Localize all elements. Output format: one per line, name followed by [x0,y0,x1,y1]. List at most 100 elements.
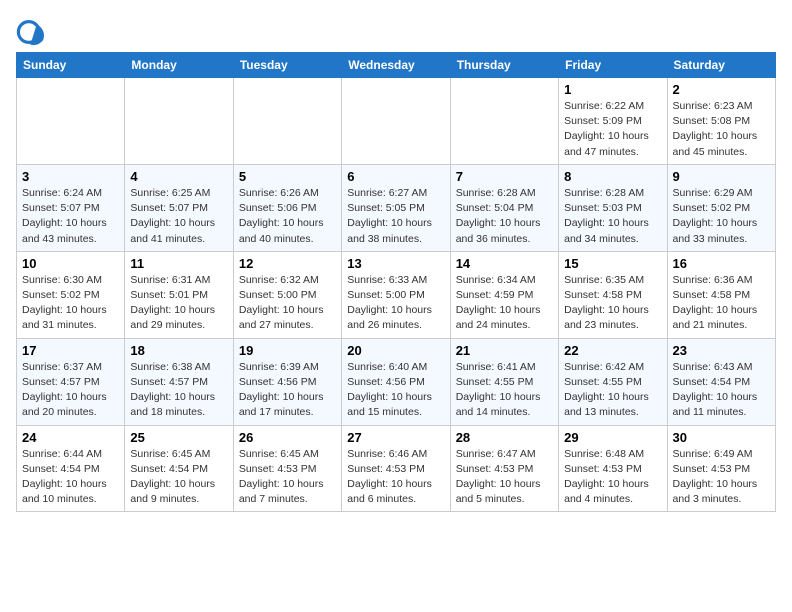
day-number: 26 [239,430,336,445]
calendar-cell: 7 Sunrise: 6:28 AM Sunset: 5:04 PM Daylig… [450,164,558,251]
weekday-header-thursday: Thursday [450,53,558,78]
day-number: 14 [456,256,553,271]
day-info: Sunrise: 6:43 AM Sunset: 4:54 PM Dayligh… [673,360,770,421]
day-info: Sunrise: 6:45 AM Sunset: 4:53 PM Dayligh… [239,447,336,508]
day-info: Sunrise: 6:38 AM Sunset: 4:57 PM Dayligh… [130,360,227,421]
calendar-cell: 1Sunrise: 6:22 AM Sunset: 5:09 PM Daylig… [559,78,667,165]
day-number: 2 [673,82,770,97]
calendar-cell: 3 Sunrise: 6:24 AM Sunset: 5:07 PM Daylig… [17,164,125,251]
day-info: Sunrise: 6:42 AM Sunset: 4:55 PM Dayligh… [564,360,661,421]
calendar-cell [17,78,125,165]
logo-icon [16,16,48,48]
calendar-cell: 8 Sunrise: 6:28 AM Sunset: 5:03 PM Daylig… [559,164,667,251]
day-number: 7 [456,169,553,184]
day-info: Sunrise: 6:28 AM Sunset: 5:04 PM Dayligh… [456,186,553,247]
calendar-cell: 28 Sunrise: 6:47 AM Sunset: 4:53 PM Dayli… [450,425,558,512]
day-info: Sunrise: 6:47 AM Sunset: 4:53 PM Dayligh… [456,447,553,508]
calendar-cell: 12 Sunrise: 6:32 AM Sunset: 5:00 PM Dayli… [233,251,341,338]
calendar-cell: 5 Sunrise: 6:26 AM Sunset: 5:06 PM Daylig… [233,164,341,251]
day-info: Sunrise: 6:23 AM Sunset: 5:08 PM Dayligh… [673,99,770,160]
day-number: 4 [130,169,227,184]
day-number: 13 [347,256,444,271]
calendar-cell: 14 Sunrise: 6:34 AM Sunset: 4:59 PM Dayli… [450,251,558,338]
weekday-header-row: SundayMondayTuesdayWednesdayThursdayFrid… [17,53,776,78]
day-number: 25 [130,430,227,445]
weekday-header-tuesday: Tuesday [233,53,341,78]
day-number: 19 [239,343,336,358]
day-info: Sunrise: 6:36 AM Sunset: 4:58 PM Dayligh… [673,273,770,334]
day-number: 27 [347,430,444,445]
day-info: Sunrise: 6:34 AM Sunset: 4:59 PM Dayligh… [456,273,553,334]
calendar-cell: 30 Sunrise: 6:49 AM Sunset: 4:53 PM Dayli… [667,425,775,512]
day-info: Sunrise: 6:22 AM Sunset: 5:09 PM Dayligh… [564,99,661,160]
day-info: Sunrise: 6:33 AM Sunset: 5:00 PM Dayligh… [347,273,444,334]
calendar-cell: 26 Sunrise: 6:45 AM Sunset: 4:53 PM Dayli… [233,425,341,512]
day-number: 22 [564,343,661,358]
calendar-cell: 27 Sunrise: 6:46 AM Sunset: 4:53 PM Dayli… [342,425,450,512]
calendar-cell: 20 Sunrise: 6:40 AM Sunset: 4:56 PM Dayli… [342,338,450,425]
weekday-header-wednesday: Wednesday [342,53,450,78]
calendar-week-1: 1Sunrise: 6:22 AM Sunset: 5:09 PM Daylig… [17,78,776,165]
day-info: Sunrise: 6:26 AM Sunset: 5:06 PM Dayligh… [239,186,336,247]
calendar-week-2: 3 Sunrise: 6:24 AM Sunset: 5:07 PM Daylig… [17,164,776,251]
calendar-cell: 10 Sunrise: 6:30 AM Sunset: 5:02 PM Dayli… [17,251,125,338]
calendar-cell: 18Sunrise: 6:38 AM Sunset: 4:57 PM Dayli… [125,338,233,425]
calendar-cell: 9 Sunrise: 6:29 AM Sunset: 5:02 PM Daylig… [667,164,775,251]
calendar-cell: 6Sunrise: 6:27 AM Sunset: 5:05 PM Daylig… [342,164,450,251]
day-info: Sunrise: 6:48 AM Sunset: 4:53 PM Dayligh… [564,447,661,508]
day-number: 12 [239,256,336,271]
calendar-cell [342,78,450,165]
day-number: 29 [564,430,661,445]
day-info: Sunrise: 6:28 AM Sunset: 5:03 PM Dayligh… [564,186,661,247]
calendar-cell: 29 Sunrise: 6:48 AM Sunset: 4:53 PM Dayli… [559,425,667,512]
calendar-cell: 13 Sunrise: 6:33 AM Sunset: 5:00 PM Dayli… [342,251,450,338]
day-info: Sunrise: 6:41 AM Sunset: 4:55 PM Dayligh… [456,360,553,421]
day-info: Sunrise: 6:29 AM Sunset: 5:02 PM Dayligh… [673,186,770,247]
calendar-cell: 2 Sunrise: 6:23 AM Sunset: 5:08 PM Daylig… [667,78,775,165]
page-header [16,16,776,48]
calendar-cell: 16 Sunrise: 6:36 AM Sunset: 4:58 PM Dayli… [667,251,775,338]
calendar-week-3: 10 Sunrise: 6:30 AM Sunset: 5:02 PM Dayli… [17,251,776,338]
day-number: 21 [456,343,553,358]
calendar-cell [125,78,233,165]
day-info: Sunrise: 6:39 AM Sunset: 4:56 PM Dayligh… [239,360,336,421]
day-number: 16 [673,256,770,271]
weekday-header-saturday: Saturday [667,53,775,78]
calendar-cell: 15Sunrise: 6:35 AM Sunset: 4:58 PM Dayli… [559,251,667,338]
calendar-week-4: 17Sunrise: 6:37 AM Sunset: 4:57 PM Dayli… [17,338,776,425]
day-number: 28 [456,430,553,445]
calendar-cell: 25 Sunrise: 6:45 AM Sunset: 4:54 PM Dayli… [125,425,233,512]
day-info: Sunrise: 6:49 AM Sunset: 4:53 PM Dayligh… [673,447,770,508]
calendar-cell: 22 Sunrise: 6:42 AM Sunset: 4:55 PM Dayli… [559,338,667,425]
logo [16,16,54,48]
calendar-cell [450,78,558,165]
day-number: 20 [347,343,444,358]
calendar-cell: 17Sunrise: 6:37 AM Sunset: 4:57 PM Dayli… [17,338,125,425]
day-info: Sunrise: 6:32 AM Sunset: 5:00 PM Dayligh… [239,273,336,334]
day-number: 5 [239,169,336,184]
day-info: Sunrise: 6:45 AM Sunset: 4:54 PM Dayligh… [130,447,227,508]
day-number: 11 [130,256,227,271]
day-number: 3 [22,169,119,184]
day-info: Sunrise: 6:37 AM Sunset: 4:57 PM Dayligh… [22,360,119,421]
day-info: Sunrise: 6:40 AM Sunset: 4:56 PM Dayligh… [347,360,444,421]
day-number: 8 [564,169,661,184]
day-number: 10 [22,256,119,271]
calendar-week-5: 24Sunrise: 6:44 AM Sunset: 4:54 PM Dayli… [17,425,776,512]
day-number: 23 [673,343,770,358]
day-info: Sunrise: 6:31 AM Sunset: 5:01 PM Dayligh… [130,273,227,334]
calendar-cell [233,78,341,165]
day-number: 9 [673,169,770,184]
day-info: Sunrise: 6:35 AM Sunset: 4:58 PM Dayligh… [564,273,661,334]
weekday-header-monday: Monday [125,53,233,78]
day-info: Sunrise: 6:30 AM Sunset: 5:02 PM Dayligh… [22,273,119,334]
calendar-cell: 24Sunrise: 6:44 AM Sunset: 4:54 PM Dayli… [17,425,125,512]
weekday-header-friday: Friday [559,53,667,78]
calendar-cell: 4 Sunrise: 6:25 AM Sunset: 5:07 PM Daylig… [125,164,233,251]
weekday-header-sunday: Sunday [17,53,125,78]
day-info: Sunrise: 6:46 AM Sunset: 4:53 PM Dayligh… [347,447,444,508]
day-number: 6 [347,169,444,184]
day-number: 30 [673,430,770,445]
day-info: Sunrise: 6:25 AM Sunset: 5:07 PM Dayligh… [130,186,227,247]
day-info: Sunrise: 6:24 AM Sunset: 5:07 PM Dayligh… [22,186,119,247]
